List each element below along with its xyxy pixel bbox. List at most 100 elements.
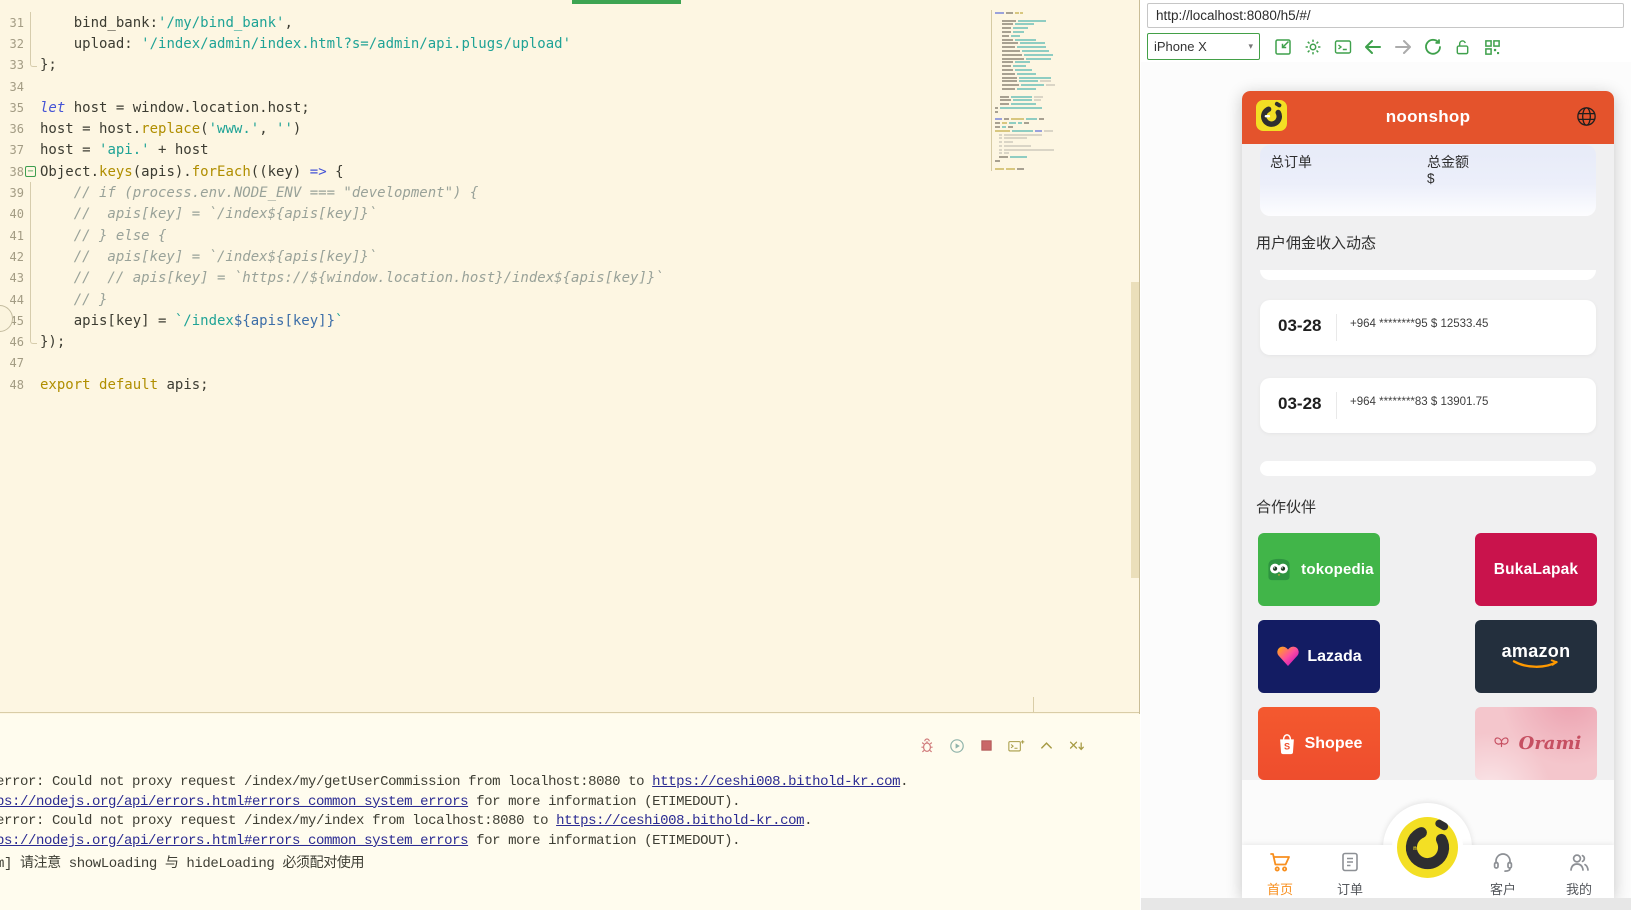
back-icon[interactable] <box>1362 37 1383 58</box>
code-editor[interactable]: 31 bind_bank:'/my/bind_bank',32 upload: … <box>0 0 1139 713</box>
lock-icon[interactable] <box>1452 37 1473 58</box>
fold-guide <box>24 182 40 203</box>
fold-guide <box>24 55 40 76</box>
stop-icon[interactable] <box>978 737 995 754</box>
forward-icon[interactable] <box>1392 37 1413 58</box>
terminal-icon[interactable] <box>1332 37 1353 58</box>
console-text: . <box>900 774 908 790</box>
open-window-icon[interactable] <box>1272 37 1293 58</box>
line-number: 35 <box>0 101 24 115</box>
nav-item-cart[interactable]: 首页 <box>1252 850 1308 898</box>
code-line[interactable]: 40 // apis[key] = `/index${apis[key]}` <box>0 204 990 225</box>
console-line: error: Could not proxy request /index/my… <box>0 774 1096 794</box>
code-line[interactable]: 42 // apis[key] = `/index${apis[key]}` <box>0 246 990 267</box>
fold-guide <box>24 310 40 331</box>
collapse-icon[interactable] <box>1038 737 1055 754</box>
code-line[interactable]: 43 // // apis[key] = `https://${window.l… <box>0 268 990 289</box>
fold-guide <box>24 246 40 267</box>
total-amount-label: 总金额 <box>1427 152 1469 172</box>
code-line[interactable]: 44 // } <box>0 289 990 310</box>
commission-info: +964 ********95 $ 12533.45 <box>1350 318 1488 330</box>
partner-logo-lazada[interactable]: Lazada <box>1258 620 1380 693</box>
editor-minimap[interactable] <box>991 10 1091 171</box>
console-text: . <box>804 813 812 829</box>
code-text: // if (process.env.NODE_ENV === "develop… <box>40 185 478 201</box>
code-text: host = 'api.' + host <box>40 142 209 158</box>
console-text: error: Could not proxy request /index/my… <box>0 774 652 790</box>
code-line[interactable]: 34 <box>0 76 990 97</box>
ide-pane: 31 bind_bank:'/my/bind_bank',32 upload: … <box>0 0 1140 910</box>
console-link[interactable]: https://ceshi008.bithold-kr.com <box>652 774 900 790</box>
fold-guide <box>24 33 40 54</box>
partner-logo-shopee[interactable]: SShopee <box>1258 707 1380 780</box>
commission-info: +964 ********83 $ 13901.75 <box>1350 396 1488 408</box>
editor-hscrollbar-thumb[interactable] <box>572 0 681 4</box>
code-line[interactable]: 36host = host.replace('www.', '') <box>0 118 990 139</box>
app-header: noonshop <box>1242 91 1614 144</box>
divider <box>1336 392 1337 419</box>
console-link[interactable]: https://ceshi008.bithold-kr.com <box>556 813 804 829</box>
code-line[interactable]: 46}); <box>0 331 990 352</box>
restart-icon[interactable] <box>948 737 965 754</box>
commission-card[interactable]: 03-28+964 ********83 $ 13901.75 <box>1260 378 1596 433</box>
language-globe-icon[interactable] <box>1575 105 1598 128</box>
nav-item-headset[interactable]: 客户 <box>1475 850 1531 898</box>
line-number: 36 <box>0 122 24 136</box>
line-number: 43 <box>0 271 24 285</box>
commission-date: 03-28 <box>1278 316 1321 336</box>
qr-grid-icon[interactable] <box>1482 37 1503 58</box>
close-icon[interactable] <box>1068 737 1085 754</box>
code-line[interactable]: 32 upload: '/index/admin/index.html?s=/a… <box>0 33 990 54</box>
nav-item-orders[interactable]: 订单 <box>1322 850 1378 898</box>
commission-card[interactable]: 03-28 +964 ********95 $ 12533.45 <box>1260 300 1596 355</box>
fold-guide <box>24 353 40 374</box>
editor-vscrollbar-thumb[interactable] <box>1131 282 1139 578</box>
code-text: // } <box>40 292 107 308</box>
code-line[interactable]: 47 <box>0 353 990 374</box>
line-number: 39 <box>0 186 24 200</box>
nav-item-profile[interactable]: 我的 <box>1551 850 1607 898</box>
fold-guide <box>24 118 40 139</box>
fold-toggle-icon[interactable]: − <box>24 161 40 182</box>
browser-toolbar <box>1272 34 1503 60</box>
partner-logo-bukalapak[interactable]: BukaLapak <box>1475 533 1597 606</box>
stats-card: 总订单 总金额 $ <box>1260 145 1596 216</box>
refresh-icon[interactable] <box>1422 37 1443 58</box>
console-link[interactable]: ps://nodejs.org/api/errors.html#errors_c… <box>0 833 468 849</box>
partner-logo-tokopedia[interactable]: tokopedia <box>1258 533 1380 606</box>
code-lines: 31 bind_bank:'/my/bind_bank',32 upload: … <box>0 12 990 395</box>
console-line: error: Could not proxy request /index/my… <box>0 813 1096 833</box>
code-text: upload: '/index/admin/index.html?s=/admi… <box>40 36 571 52</box>
code-line[interactable]: 37 host = 'api.' + host <box>0 140 990 161</box>
partner-logo-amazon[interactable]: amazon <box>1475 620 1597 693</box>
line-number: 37 <box>0 143 24 157</box>
bug-icon[interactable] <box>918 737 935 754</box>
partner-logo-orami[interactable]: Orami <box>1475 707 1597 780</box>
fold-guide <box>24 76 40 97</box>
noon-center-logo[interactable]: noon <box>1392 812 1463 883</box>
fold-guide <box>24 268 40 289</box>
console-output: error: Could not proxy request /index/my… <box>0 774 1096 872</box>
code-line[interactable]: 38−Object.keys(apis).forEach((key) => { <box>0 161 990 182</box>
console-link[interactable]: ps://nodejs.org/api/errors.html#errors_c… <box>0 794 468 810</box>
line-number: 47 <box>0 356 24 370</box>
phone-screen: noonshop 总订单 总金额 $ 用户佣金收入动态 03-28+964 **… <box>1242 91 1614 898</box>
total-orders-label: 总订单 <box>1270 152 1312 172</box>
code-text: // // apis[key] = `https://${window.loca… <box>40 270 664 286</box>
code-line[interactable]: 48export default apis; <box>0 374 990 395</box>
nav-label: 订单 <box>1322 879 1378 898</box>
url-input[interactable] <box>1147 3 1624 28</box>
settings-icon[interactable] <box>1302 37 1323 58</box>
code-text: }; <box>40 57 57 73</box>
code-line[interactable]: 31 bind_bank:'/my/bind_bank', <box>0 12 990 33</box>
device-select[interactable]: iPhone X ▾ <box>1147 33 1260 60</box>
code-line[interactable]: 35let host = window.location.host; <box>0 97 990 118</box>
code-line[interactable]: 39 // if (process.env.NODE_ENV === "deve… <box>0 182 990 203</box>
browser-pane: iPhone X ▾ noonshop 总订单 总金额 $ 用户佣金收入动态 0… <box>1141 0 1631 910</box>
fold-guide <box>24 97 40 118</box>
nav-label: 客户 <box>1475 879 1531 898</box>
code-line[interactable]: 45 apis[key] = `/index${apis[key]}` <box>0 310 990 331</box>
code-line[interactable]: 33}; <box>0 55 990 76</box>
new-console-icon[interactable] <box>1008 737 1025 754</box>
code-line[interactable]: 41 // } else { <box>0 225 990 246</box>
